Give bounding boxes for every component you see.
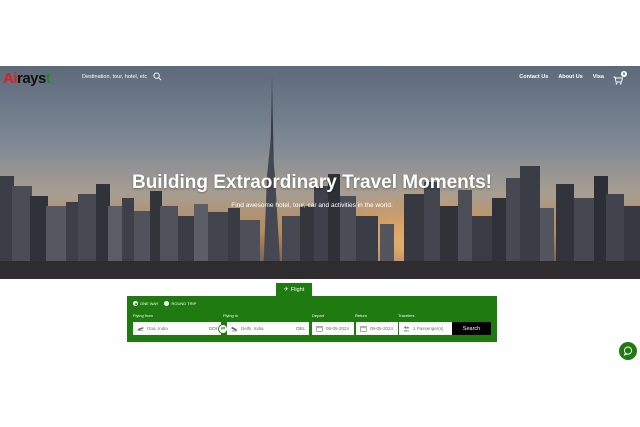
swap-icon: ⇄ — [220, 326, 226, 332]
trip-option-label: ONE WAY — [140, 301, 159, 306]
plane-icon: ✈ — [283, 287, 289, 293]
trip-option-round-trip[interactable]: ROUND TRIP — [164, 301, 196, 306]
return-date-field[interactable]: 09-05-2024 — [356, 322, 398, 335]
search-button[interactable]: Search — [452, 322, 491, 335]
tab-flight[interactable]: ✈ Flight — [276, 283, 312, 296]
travelers-field[interactable]: 1 Passenger(s) — [399, 322, 452, 335]
travelers-value: 1 Passenger(s) — [413, 326, 444, 331]
menu-visa[interactable]: Visa — [593, 74, 604, 80]
logo-part-1: Ai — [3, 70, 18, 87]
calendar-icon — [316, 326, 323, 332]
header-search-input[interactable]: Destination, tour, hotel, etc — [82, 74, 147, 80]
return-label: Return — [355, 313, 368, 318]
main-menu: Contact Us About Us Visa — [519, 74, 604, 80]
depart-label: Depart — [312, 313, 325, 318]
flying-to-label: Flying to — [223, 313, 239, 318]
radio-one-way[interactable] — [133, 301, 138, 306]
flying-to-value: Delhi, India — [241, 326, 264, 331]
calendar-icon — [360, 326, 367, 332]
return-date-value: 09-05-2024 — [370, 326, 394, 331]
chat-button[interactable] — [619, 342, 637, 360]
travelers-label: Travelers — [398, 313, 415, 318]
hero-title: Building Extraordinary Travel Moments! — [131, 172, 493, 193]
chat-bubble-icon — [623, 346, 633, 356]
search-icon[interactable] — [153, 72, 162, 81]
cart-icon — [613, 76, 624, 85]
flying-from-value: Goa, India — [147, 326, 168, 331]
flying-to-field[interactable]: Delhi, India DEL — [227, 322, 309, 335]
flying-from-label: Flying from — [133, 313, 153, 318]
flying-from-code: GOI — [208, 326, 217, 331]
depart-date-value: 08-05-2024 — [326, 326, 350, 331]
flying-to-code: DEL — [296, 326, 305, 331]
cart-button[interactable]: 0 — [613, 71, 627, 85]
trip-option-label: ROUND TRIP — [171, 301, 197, 306]
trip-type-selector: ONE WAY ROUND TRIP — [133, 301, 196, 306]
radio-round-trip[interactable] — [164, 301, 170, 306]
site-logo[interactable]: Airayst — [3, 70, 51, 87]
page: Airayst Destination, tour, hotel, etc Co… — [0, 0, 640, 427]
logo-part-2: rays — [17, 70, 46, 87]
flying-from-field[interactable]: Goa, India GOI — [133, 322, 221, 335]
landing-icon — [231, 326, 238, 332]
menu-about-us[interactable]: About Us — [558, 74, 582, 80]
tab-flight-label: Flight — [290, 286, 305, 293]
trip-option-one-way[interactable]: ONE WAY — [133, 301, 158, 306]
flight-search-form: ONE WAY ROUND TRIP Flying from Flying to… — [127, 296, 497, 342]
depart-date-field[interactable]: 08-05-2024 — [312, 322, 354, 335]
hero-subtitle: Find awesome hotel, tour, car and activi… — [231, 202, 393, 209]
logo-part-3: t — [45, 70, 51, 87]
users-icon — [403, 326, 410, 332]
takeoff-icon — [137, 327, 144, 331]
header-search[interactable]: Destination, tour, hotel, etc — [82, 72, 162, 81]
menu-contact-us[interactable]: Contact Us — [519, 74, 548, 80]
cart-count-badge: 0 — [621, 71, 627, 77]
